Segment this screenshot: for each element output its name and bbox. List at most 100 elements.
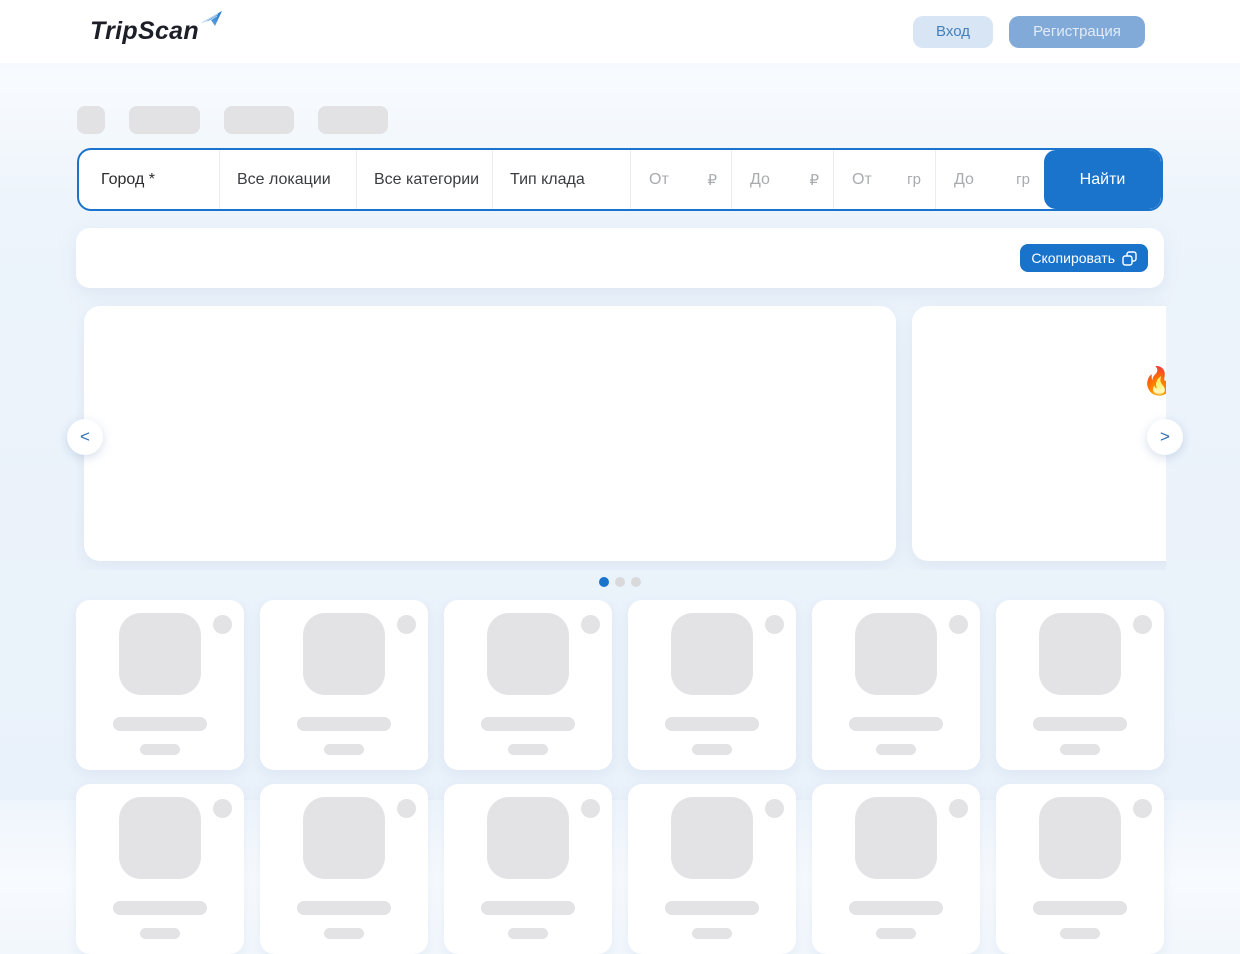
skeleton-subtitle: [140, 928, 180, 939]
skeleton-card[interactable]: [76, 600, 244, 770]
skeleton-image: [303, 613, 385, 695]
skeleton-badge: [213, 799, 232, 818]
skeleton-badge: [397, 799, 416, 818]
weight-to-input[interactable]: [954, 171, 996, 189]
skeleton-subtitle: [508, 744, 548, 755]
carousel-slide-2[interactable]: [912, 306, 1166, 561]
skeleton-image: [671, 613, 753, 695]
skeleton-card[interactable]: [996, 784, 1164, 954]
treasure-type-select[interactable]: Тип клада: [493, 150, 631, 209]
weight-from-unit: гр: [907, 171, 921, 188]
skeleton-image: [855, 613, 937, 695]
skeleton-subtitle: [876, 744, 916, 755]
skeleton-subtitle: [324, 928, 364, 939]
skeleton-badge: [1133, 615, 1152, 634]
price-to-unit: ₽: [809, 171, 819, 189]
skeleton-card[interactable]: [444, 600, 612, 770]
weight-to-field: гр: [936, 150, 1044, 209]
skeleton-subtitle: [876, 928, 916, 939]
skeleton-badge: [581, 799, 600, 818]
skeleton-card[interactable]: [444, 784, 612, 954]
skeleton-chip: [77, 106, 105, 134]
skeleton-subtitle: [324, 744, 364, 755]
skeleton-image: [303, 797, 385, 879]
weight-from-field: гр: [834, 150, 936, 209]
carousel-dots: [0, 577, 1240, 587]
skeleton-chip: [224, 106, 294, 134]
carousel-slide-1[interactable]: [84, 306, 896, 561]
search-bar: Город * Все локации Все категории Тип кл…: [77, 148, 1163, 211]
logo[interactable]: TripScan: [90, 18, 223, 46]
skeleton-image: [1039, 613, 1121, 695]
carousel-dot-1[interactable]: [599, 577, 609, 587]
skeleton-image: [119, 613, 201, 695]
skeleton-badge: [397, 615, 416, 634]
price-to-input[interactable]: [750, 171, 792, 189]
carousel-dot-2[interactable]: [615, 577, 625, 587]
skeleton-subtitle: [140, 744, 180, 755]
skeleton-card[interactable]: [628, 600, 796, 770]
carousel-next-button[interactable]: >: [1147, 419, 1183, 455]
skeleton-chip-row: [77, 106, 388, 134]
skeleton-title: [1033, 717, 1127, 731]
skeleton-card[interactable]: [812, 784, 980, 954]
carousel-dot-3[interactable]: [631, 577, 641, 587]
skeleton-card[interactable]: [260, 600, 428, 770]
skeleton-subtitle: [692, 744, 732, 755]
skeleton-card[interactable]: [812, 600, 980, 770]
skeleton-image: [855, 797, 937, 879]
skeleton-subtitle: [1060, 744, 1100, 755]
copy-icon: [1122, 251, 1137, 266]
skeleton-image: [487, 613, 569, 695]
skeleton-card[interactable]: [76, 784, 244, 954]
categories-select-label: Все категории: [374, 171, 479, 189]
header-actions: Вход Регистрация: [913, 16, 1145, 48]
card-grid-row-2: [76, 784, 1164, 954]
skeleton-badge: [765, 615, 784, 634]
login-button[interactable]: Вход: [913, 16, 993, 48]
skeleton-title: [1033, 901, 1127, 915]
price-from-field: ₽: [631, 150, 732, 209]
skeleton-image: [487, 797, 569, 879]
skeleton-badge: [1133, 799, 1152, 818]
price-from-unit: ₽: [707, 171, 717, 189]
skeleton-badge: [949, 799, 968, 818]
skeleton-title: [481, 901, 575, 915]
skeleton-card[interactable]: [260, 784, 428, 954]
price-from-input[interactable]: [649, 171, 691, 189]
search-button[interactable]: Найти: [1044, 150, 1161, 209]
price-to-field: ₽: [732, 150, 834, 209]
weight-from-input[interactable]: [852, 171, 894, 189]
skeleton-card[interactable]: [996, 600, 1164, 770]
paper-plane-icon: [201, 11, 223, 27]
skeleton-title: [849, 901, 943, 915]
skeleton-title: [113, 717, 207, 731]
skeleton-title: [113, 901, 207, 915]
categories-select[interactable]: Все категории: [357, 150, 493, 209]
city-field-label: Город *: [101, 171, 155, 189]
skeleton-title: [849, 717, 943, 731]
skeleton-image: [119, 797, 201, 879]
skeleton-subtitle: [508, 928, 548, 939]
carousel-prev-button[interactable]: <: [67, 419, 103, 455]
skeleton-title: [665, 717, 759, 731]
copy-panel: Скопировать: [76, 228, 1164, 288]
fire-emoji: 🔥: [1142, 368, 1166, 395]
copy-button[interactable]: Скопировать: [1020, 244, 1148, 272]
skeleton-title: [665, 901, 759, 915]
skeleton-title: [481, 717, 575, 731]
weight-to-unit: гр: [1016, 171, 1030, 188]
treasure-type-select-label: Тип клада: [510, 171, 585, 189]
locations-select[interactable]: Все локации: [220, 150, 357, 209]
skeleton-subtitle: [692, 928, 732, 939]
copy-button-label: Скопировать: [1031, 250, 1115, 266]
skeleton-badge: [213, 615, 232, 634]
skeleton-card[interactable]: [628, 784, 796, 954]
city-field[interactable]: Город *: [79, 150, 220, 209]
skeleton-subtitle: [1060, 928, 1100, 939]
skeleton-badge: [581, 615, 600, 634]
register-button[interactable]: Регистрация: [1009, 16, 1145, 48]
banner-carousel: 🔥: [76, 298, 1166, 570]
logo-text: TripScan: [90, 18, 199, 46]
locations-select-label: Все локации: [237, 171, 331, 189]
